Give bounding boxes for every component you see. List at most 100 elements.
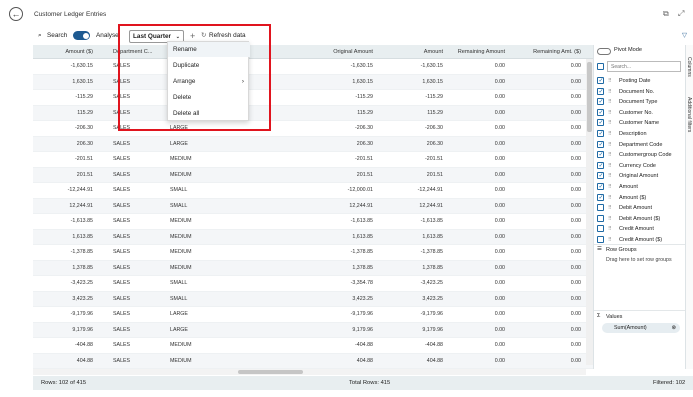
table-row[interactable]: 115.29SALESLARGE115.29115.290.000.00 <box>33 105 593 121</box>
column-checkbox[interactable] <box>597 108 604 118</box>
grid-footer: Rows: 102 of 415 Total Rows: 415 Filtere… <box>33 376 693 390</box>
table-row[interactable]: 12,244.91 SALES SMALL 12,244.91 12,244.91 0.0… <box>33 198 593 214</box>
table-cell: 1,378.85 <box>352 264 373 271</box>
column-checkbox[interactable] <box>597 129 604 139</box>
column-checkbox[interactable] <box>597 193 604 203</box>
column-list-item[interactable]: ⠿ Customer Name <box>594 118 686 128</box>
table-row[interactable]: -115.29SALESLARGE-115.29-115.290.000.00 <box>33 90 593 106</box>
table-row[interactable]: 201.51 SALES MEDIUM 201.51 201.51 0.00 0.00 <box>33 167 593 183</box>
header-remaining-amt-lcy[interactable]: Remaining Amt. ($) <box>503 45 581 59</box>
horizontal-scroll-thumb[interactable] <box>238 370 303 374</box>
table-row[interactable]: 206.30 SALES LARGE 206.30 206.30 0.00 0.00 <box>33 136 593 152</box>
header-amount-lcy[interactable]: Amount ($) <box>33 45 93 59</box>
table-cell: 0.00 <box>494 249 505 255</box>
drag-handle-icon[interactable]: ⠿ <box>608 118 612 128</box>
tab-additional-filters[interactable]: Additional filters <box>686 97 692 132</box>
select-all-columns-checkbox[interactable] <box>597 63 604 70</box>
drag-handle-icon[interactable]: ⠿ <box>608 129 612 139</box>
table-row[interactable]: 3,423.25 SALES SMALL 3,423.25 3,423.25 0.00 0.… <box>33 291 593 307</box>
column-list-item[interactable]: ⠿ Credit Amount <box>594 224 686 234</box>
drag-handle-icon[interactable]: ⠿ <box>608 87 612 97</box>
table-row[interactable]: -1,613.85 SALES MEDIUM -1,613.85 -1,613.85 0.… <box>33 214 593 230</box>
column-checkbox[interactable] <box>597 204 604 212</box>
open-new-window-icon[interactable]: ⧉ <box>663 9 669 19</box>
column-list-item[interactable]: ⠿ Posting Date <box>594 76 686 86</box>
column-checkbox[interactable] <box>597 87 604 97</box>
drag-handle-icon[interactable]: ⠿ <box>608 214 612 224</box>
column-checkbox[interactable] <box>597 76 604 86</box>
table-cell: 0.00 <box>494 78 505 85</box>
column-checkbox[interactable] <box>597 140 604 150</box>
table-row[interactable]: 1,613.85 SALES MEDIUM 1,613.85 1,613.85 0.00 0… <box>33 229 593 245</box>
drag-handle-icon[interactable]: ⠿ <box>608 203 612 213</box>
column-list-item[interactable]: ⠿ Customergroup Code <box>594 150 686 160</box>
table-cell: -9,179.96 <box>350 311 373 317</box>
column-checkbox[interactable] <box>597 236 604 243</box>
column-checkbox[interactable] <box>597 214 604 222</box>
column-list-item[interactable]: ⠿ Description <box>594 129 686 139</box>
table-cell: 1,630.15 <box>72 78 93 85</box>
filter-icon[interactable]: ▽ <box>682 28 687 44</box>
column-list-item[interactable]: ⠿ Document Type <box>594 97 686 107</box>
drag-handle-icon[interactable]: ⠿ <box>608 224 612 234</box>
column-list-item[interactable]: ⠿ Original Amount <box>594 171 686 181</box>
drag-handle-icon[interactable]: ⠿ <box>608 193 612 203</box>
expand-icon[interactable]: ⤢ <box>678 9 684 19</box>
column-checkbox[interactable] <box>597 150 604 160</box>
row-groups-icon: ☰ <box>597 246 602 252</box>
column-list-item[interactable]: ⠿ Debit Amount <box>594 203 686 213</box>
table-row[interactable]: -3,423.25 SALES SMALL -3,354.78 -3,423.25 0.0… <box>33 276 593 292</box>
remove-value-icon[interactable]: ⊗ <box>672 323 676 333</box>
column-checkbox[interactable] <box>597 161 604 171</box>
horizontal-scrollbar[interactable] <box>33 369 586 375</box>
data-grid: Amount ($) Department C... Customergroup… <box>33 45 593 369</box>
drag-handle-icon[interactable]: ⠿ <box>608 108 612 118</box>
column-checkbox[interactable] <box>597 171 604 181</box>
table-row[interactable]: -1,630.15SALESLARGE-1,630.15-1,630.150.0… <box>33 59 593 75</box>
drag-handle-icon[interactable]: ⠿ <box>608 140 612 150</box>
table-row[interactable]: -1,378.85 SALES MEDIUM -1,378.85 -1,378.85 0.… <box>33 245 593 261</box>
column-checkbox[interactable] <box>597 97 604 107</box>
column-checkbox[interactable] <box>597 118 604 128</box>
column-list-item[interactable]: ⠿ Amount ($) <box>594 193 686 203</box>
header-original-amount[interactable]: Original Amount <box>283 45 373 59</box>
pivot-mode-toggle[interactable] <box>597 48 611 55</box>
column-list-item[interactable]: ⠿ Document No. <box>594 87 686 97</box>
table-cell: 12,244.91 <box>349 202 373 209</box>
column-list-item[interactable]: ⠿ Debit Amount ($) <box>594 214 686 224</box>
drag-handle-icon[interactable]: ⠿ <box>608 182 612 192</box>
drag-handle-icon[interactable]: ⠿ <box>608 97 612 107</box>
table-cell: LARGE <box>170 326 188 333</box>
vertical-scroll-thumb[interactable] <box>587 62 592 132</box>
search-icon[interactable]: ⌕ <box>38 28 42 44</box>
values-chip[interactable]: Sum(Amount) ⊗ <box>602 323 680 333</box>
drag-handle-icon[interactable]: ⠿ <box>608 150 612 160</box>
search-button[interactable]: Search <box>47 28 67 44</box>
column-list-item[interactable]: ⠿ Currency Code <box>594 161 686 171</box>
table-row[interactable]: 404.88 SALES MEDIUM 404.88 404.88 0.00 0.00 <box>33 353 593 369</box>
column-checkbox[interactable] <box>597 182 604 192</box>
table-row[interactable]: -12,244.91 SALES SMALL -12,000.01 -12,244.91… <box>33 183 593 199</box>
column-list-item[interactable]: ⠿ Customer No. <box>594 108 686 118</box>
analyse-toggle[interactable] <box>73 31 90 40</box>
back-arrow-icon[interactable]: ← <box>9 7 23 21</box>
drag-handle-icon[interactable]: ⠿ <box>608 171 612 181</box>
table-cell: 0.00 <box>494 295 505 302</box>
table-row[interactable]: 1,630.15SALESLARGE1,630.151,630.150.000.… <box>33 74 593 90</box>
table-cell: SALES <box>113 140 131 147</box>
table-row[interactable]: 9,179.96 SALES LARGE 9,179.96 9,179.96 0.00 0.… <box>33 322 593 338</box>
column-list-item[interactable]: ⠿ Amount <box>594 182 686 192</box>
table-row[interactable]: -206.30 SALES LARGE -206.30 -206.30 0.00 0.00 <box>33 121 593 137</box>
table-row[interactable]: -404.88 SALES MEDIUM -404.88 -404.88 0.00 0.00 <box>33 338 593 354</box>
column-search-input[interactable] <box>607 61 681 72</box>
drag-handle-icon[interactable]: ⠿ <box>608 76 612 86</box>
column-checkbox[interactable] <box>597 225 604 233</box>
drag-handle-icon[interactable]: ⠿ <box>608 161 612 171</box>
table-row[interactable]: -201.51 SALES MEDIUM -201.51 -201.51 0.00 0.00 <box>33 152 593 168</box>
header-remaining-amount[interactable]: Remaining Amount <box>433 45 505 59</box>
row-groups-dropzone[interactable]: Drag here to set row groups <box>606 257 672 263</box>
tab-columns[interactable]: Columns <box>686 57 692 77</box>
table-row[interactable]: -9,179.96 SALES LARGE -9,179.96 -9,179.96 0.0… <box>33 307 593 323</box>
column-list-item[interactable]: ⠿ Department Code <box>594 140 686 150</box>
table-row[interactable]: 1,378.85 SALES MEDIUM 1,378.85 1,378.85 0.00 0… <box>33 260 593 276</box>
